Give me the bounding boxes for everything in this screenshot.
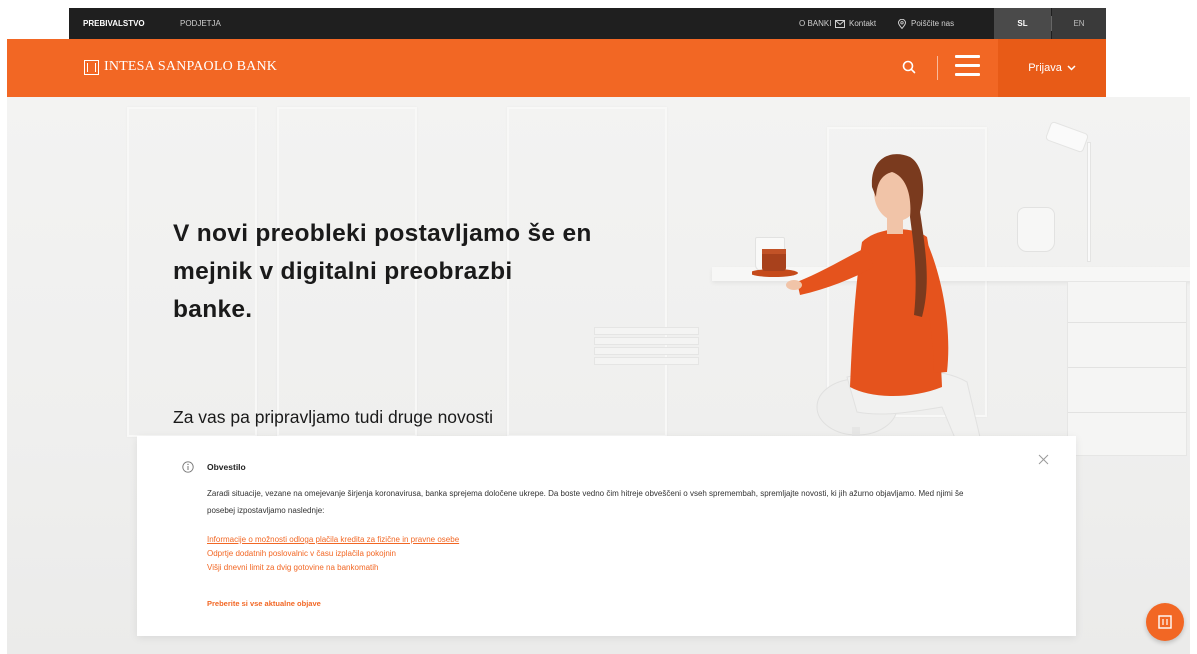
notice-link-branches[interactable]: Odprtje dodatnih poslovalnic v času izpl… (207, 547, 459, 561)
find-us-link[interactable]: Poiščite nas (897, 8, 954, 39)
contact-label: Kontakt (849, 19, 877, 28)
language-en-button[interactable]: EN (1052, 8, 1106, 39)
info-icon (182, 461, 194, 473)
notice-panel: Obvestilo Zaradi situacije, vezane na om… (137, 436, 1076, 636)
notice-links-list: Informacije o možnosti odloga plačila kr… (207, 533, 459, 575)
login-button[interactable]: Prijava (998, 39, 1106, 97)
close-icon[interactable] (1038, 454, 1049, 465)
find-us-label: Poiščite nas (911, 19, 955, 28)
search-icon[interactable] (901, 59, 917, 75)
branch-building-icon (1158, 615, 1172, 629)
language-sl-button[interactable]: SL (994, 8, 1051, 39)
lamp-image (1044, 120, 1090, 154)
notice-link-loan-deferral[interactable]: Informacije o možnosti odloga plačila kr… (207, 533, 459, 547)
floating-chat-button[interactable] (1146, 603, 1184, 641)
header-divider (937, 56, 938, 80)
woman-holding-piggybank-image (752, 154, 988, 467)
segment-business-link[interactable]: PODJETJA (180, 8, 221, 39)
top-utility-bar: PREBIVALSTVO PODJETJA O BANKI Kontakt Po… (69, 8, 1106, 39)
logo-mark-icon (84, 59, 99, 75)
main-header: INTESA SANPAOLO BANK Prijava (7, 39, 1106, 97)
bank-logo[interactable]: INTESA SANPAOLO BANK (84, 59, 277, 75)
notice-title: Obvestilo (207, 462, 246, 472)
envelope-icon (835, 19, 845, 28)
hero-title: V novi preobleki postavljamo še en mejni… (173, 220, 592, 323)
contact-link[interactable]: Kontakt (835, 8, 876, 39)
drawer-image (1067, 281, 1187, 456)
lamp-stand-image (1087, 142, 1091, 262)
notice-link-atm-limit[interactable]: Višji dnevni limit za dvig gotovine na b… (207, 561, 459, 575)
notice-body-text: Zaradi situacije, vezane na omejevanje š… (207, 489, 964, 515)
logo-text: INTESA SANPAOLO BANK (104, 59, 278, 74)
chevron-down-icon (1067, 65, 1076, 71)
book-stack-image (594, 327, 699, 372)
about-bank-link[interactable]: O BANKI (799, 8, 831, 39)
segment-personal-link[interactable]: PREBIVALSTVO (83, 8, 145, 39)
vase-image (1017, 207, 1055, 252)
location-pin-icon (897, 18, 907, 29)
read-all-announcements-link[interactable]: Preberite si vse aktualne objave (207, 599, 321, 608)
login-label: Prijava (1028, 62, 1062, 74)
hamburger-menu-icon[interactable] (955, 55, 980, 77)
hero-subtitle: Za vas pa pripravljamo tudi druge novost… (173, 407, 494, 427)
